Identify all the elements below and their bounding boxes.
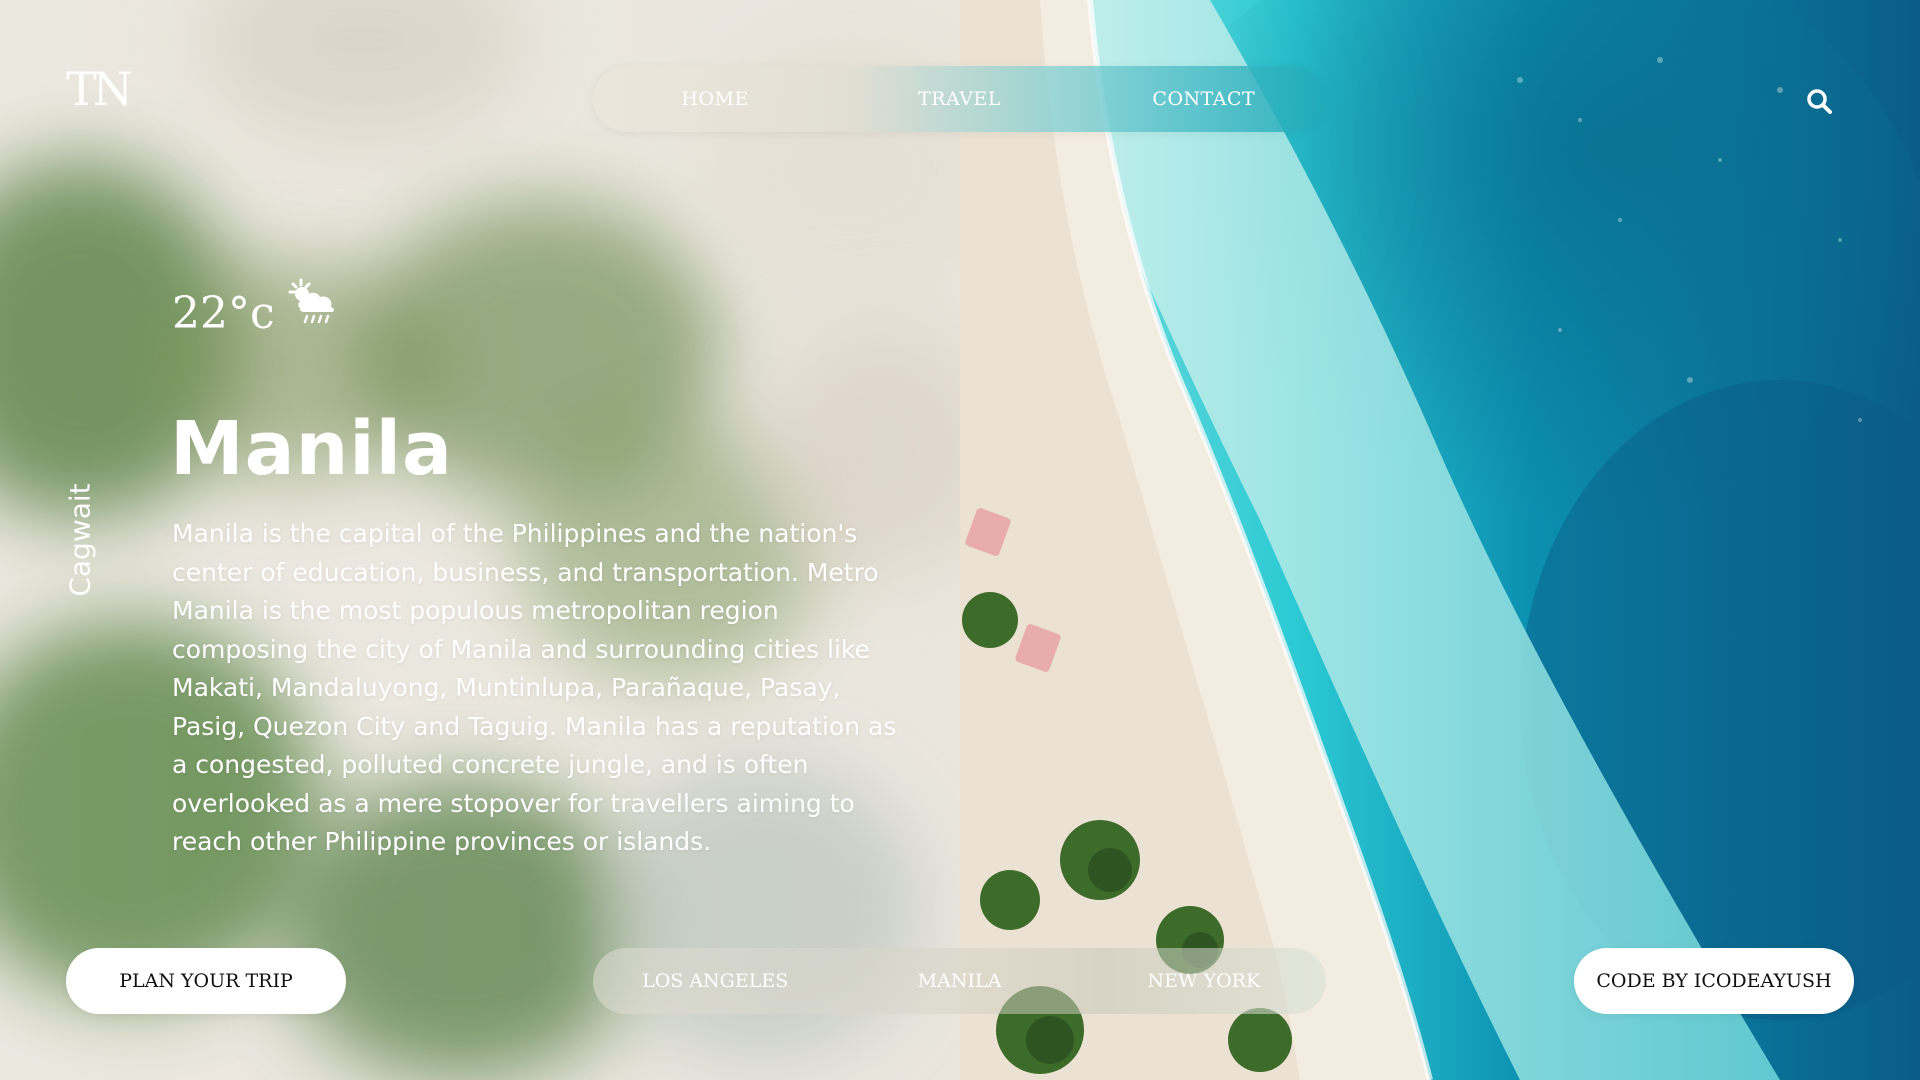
side-location-label: Cagwait xyxy=(63,483,97,597)
city-description: Manila is the capital of the Philippines… xyxy=(172,519,897,856)
plan-trip-button[interactable]: PLAN YOUR TRIP xyxy=(66,948,346,1014)
city-title: Manila xyxy=(170,405,453,492)
nav-item-contact[interactable]: CONTACT xyxy=(1104,88,1304,110)
search-icon xyxy=(1807,89,1832,114)
travel-hero-page: TN HOME TRAVEL CONTACT 22°c Manila Manil… xyxy=(0,0,1920,1080)
nav-item-home[interactable]: HOME xyxy=(615,88,815,110)
sun-cloud-rain-icon xyxy=(287,278,339,330)
city-tab-manila[interactable]: MANILA xyxy=(849,970,1069,992)
beach-aerial-image xyxy=(960,0,1920,1080)
nav-item-travel[interactable]: TRAVEL xyxy=(859,88,1059,110)
weather-widget: 22°c xyxy=(172,278,339,336)
main-nav: HOME TRAVEL CONTACT xyxy=(593,66,1326,132)
credit-button[interactable]: CODE BY ICODEAYUSH xyxy=(1574,948,1854,1014)
search-button[interactable] xyxy=(1800,82,1840,122)
city-tab-new-york[interactable]: NEW YORK xyxy=(1094,970,1314,992)
temperature-text: 22°c xyxy=(172,288,275,339)
city-tab-los-angeles[interactable]: LOS ANGELES xyxy=(605,970,825,992)
site-logo[interactable]: TN xyxy=(66,66,133,112)
city-switcher: LOS ANGELES MANILA NEW YORK xyxy=(593,948,1326,1014)
